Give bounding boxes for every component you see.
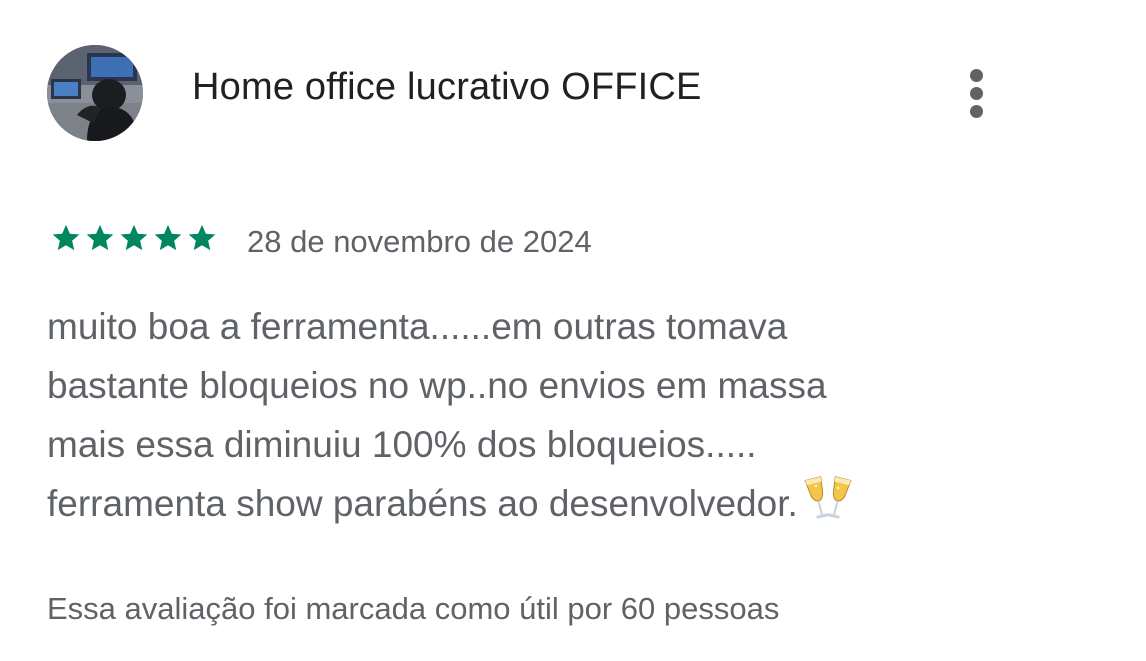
review-text-line: ferramenta show parabéns ao desenvolvedo… bbox=[47, 474, 1047, 533]
review-date: 28 de novembro de 2024 bbox=[247, 224, 592, 259]
star-rating bbox=[50, 222, 218, 254]
avatar-image bbox=[47, 45, 143, 141]
author-name: Home office lucrativo OFFICE bbox=[192, 66, 702, 108]
review-card: Home office lucrativo OFFICE 28 de novem… bbox=[0, 0, 1146, 661]
star-icon bbox=[120, 224, 148, 251]
more-options-button[interactable] bbox=[956, 64, 998, 122]
review-text-line: bastante bloqueios no wp..no envios em m… bbox=[47, 365, 827, 406]
star-icon bbox=[52, 224, 80, 251]
star-icon bbox=[154, 224, 182, 251]
clinking-glasses-emoji bbox=[804, 476, 852, 519]
review-text-line: muito boa a ferramenta......em outras to… bbox=[47, 306, 788, 347]
more-vert-icon bbox=[970, 69, 983, 82]
review-text-line: mais essa diminuiu 100% dos bloqueios...… bbox=[47, 424, 757, 465]
star-icon bbox=[188, 224, 216, 251]
star-icon bbox=[86, 224, 114, 251]
avatar[interactable] bbox=[47, 45, 143, 141]
review-text: muito boa a ferramenta......em outras to… bbox=[47, 297, 1047, 533]
review-text-line-content: ferramenta show parabéns ao desenvolvedo… bbox=[47, 483, 798, 524]
helpful-count-text: Essa avaliação foi marcada como útil por… bbox=[47, 591, 780, 626]
